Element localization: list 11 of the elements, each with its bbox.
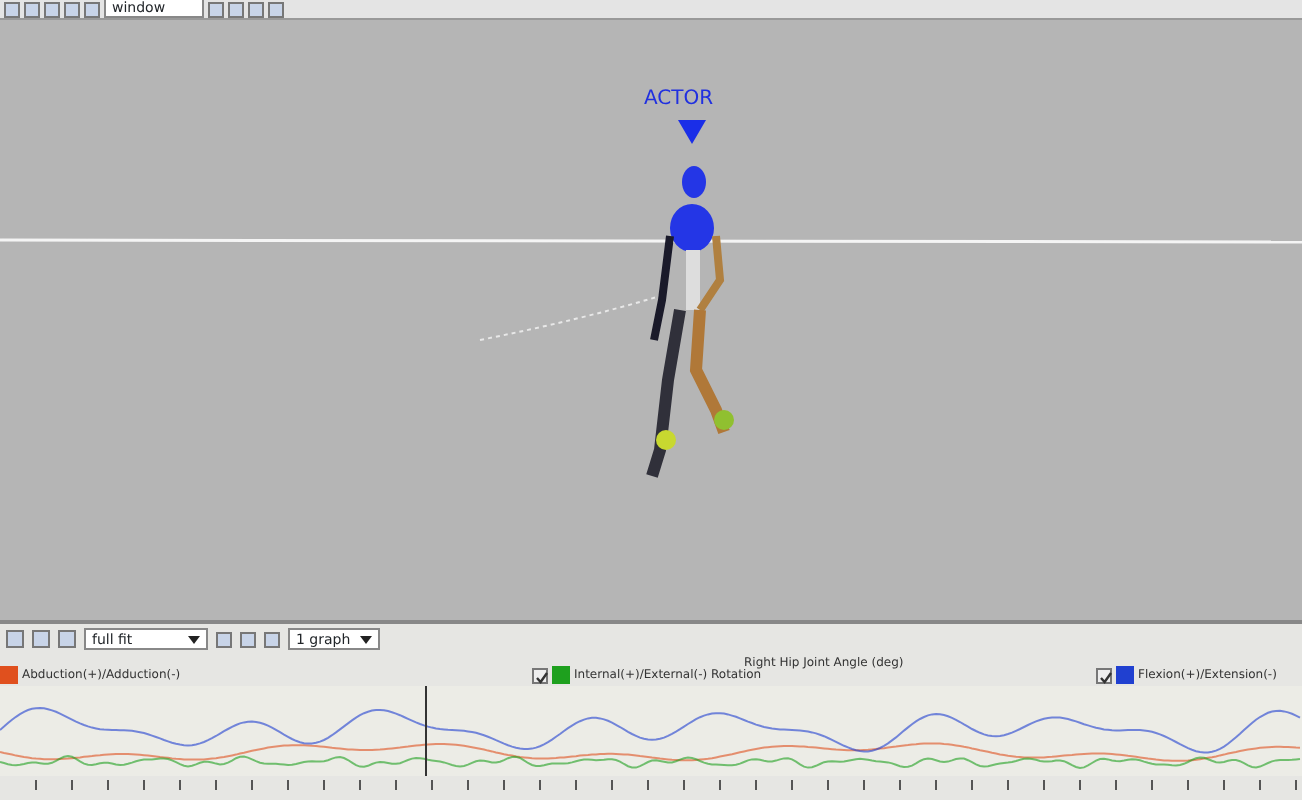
columns-icon[interactable]: [58, 630, 76, 648]
small-icon[interactable]: [264, 631, 280, 647]
series-checkbox[interactable]: [532, 667, 548, 683]
marker-icon: [678, 120, 706, 144]
actor-label: ACTOR: [644, 86, 714, 114]
caret-icon: [360, 635, 372, 643]
chart-icon[interactable]: [216, 631, 232, 647]
series-checkbox[interactable]: [1096, 667, 1112, 683]
time-cursor: [425, 686, 427, 777]
frame-icon[interactable]: [240, 631, 256, 647]
caret-icon: [188, 635, 200, 643]
